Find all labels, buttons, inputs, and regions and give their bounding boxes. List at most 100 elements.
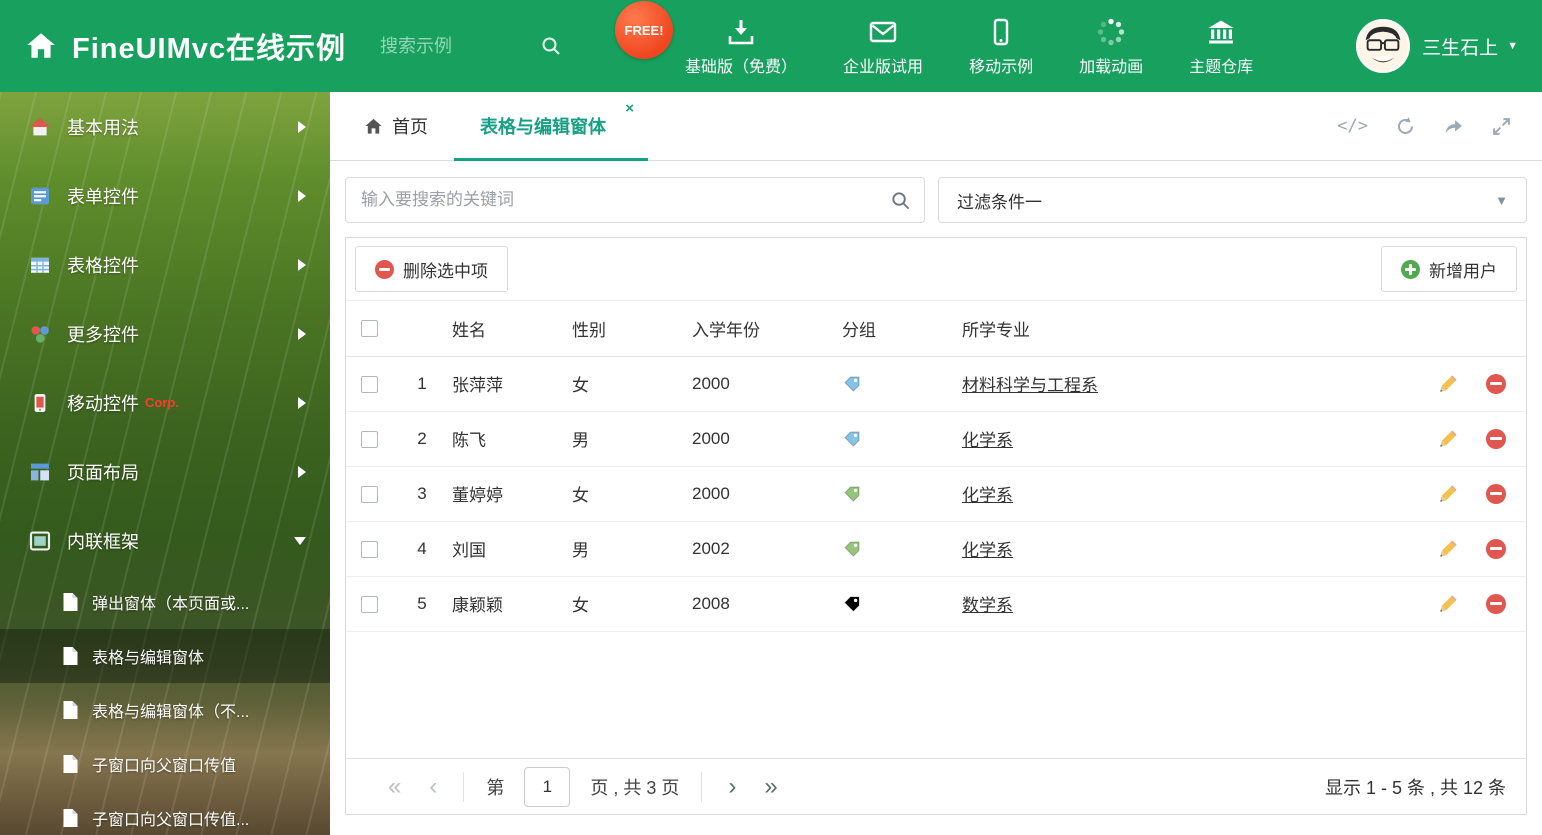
nav-label: 基础版（免费） <box>685 58 798 76</box>
sidebar-item-grid-controls[interactable]: 表格控件 <box>0 230 330 299</box>
envelope-icon <box>869 21 897 42</box>
corp-badge: Corp. <box>145 395 179 410</box>
refresh-icon[interactable] <box>1395 116 1416 137</box>
tab-tools: </> <box>1337 92 1542 160</box>
grid-panel: 删除选中项 新增用户 姓名 性别 入学年份 分组 所学专业 1 张萍萍 女 20… <box>345 237 1527 815</box>
search-icon[interactable] <box>890 190 911 211</box>
home-icon[interactable] <box>24 29 58 63</box>
file-icon <box>63 809 78 827</box>
row-checkbox[interactable] <box>361 595 378 613</box>
sidebar-subitem-popup-window[interactable]: 弹出窗体（本页面或... <box>0 575 330 629</box>
nav-loading-animation[interactable]: 加载动画 <box>1079 16 1143 77</box>
user-menu[interactable]: 三生石上 ▼ <box>1356 19 1518 73</box>
expand-icon[interactable] <box>1491 116 1512 137</box>
sidebar-subitem-grid-edit-window[interactable]: 表格与编辑窗体 <box>0 629 330 683</box>
source-code-icon[interactable]: </> <box>1337 116 1368 136</box>
nav-basic-edition[interactable]: 基础版（免费） <box>685 16 797 77</box>
edit-icon[interactable] <box>1438 373 1459 394</box>
sidebar-item-label: 基本用法 <box>67 117 139 138</box>
major-link[interactable]: 化学系 <box>962 486 1013 505</box>
major-link[interactable]: 化学系 <box>962 541 1013 560</box>
delete-selected-button[interactable]: 删除选中项 <box>355 246 508 292</box>
plus-circle-icon <box>1401 259 1420 279</box>
frame-icon <box>29 531 51 550</box>
cell-gender: 女 <box>572 466 692 522</box>
sidebar-item-iframe[interactable]: 内联框架 <box>0 506 330 575</box>
edit-icon[interactable] <box>1438 483 1459 504</box>
minus-circle-icon <box>375 259 394 279</box>
divider <box>701 771 703 802</box>
next-page-button[interactable]: › <box>714 774 750 799</box>
tab-grid-edit-window[interactable]: 表格与编辑窗体 × <box>454 92 648 161</box>
tag-icon <box>844 376 860 392</box>
content-area: 过滤条件一 ▼ 删除选中项 新增用户 <box>330 161 1542 835</box>
tab-home[interactable]: 首页 <box>338 92 454 160</box>
prev-page-button[interactable]: ‹ <box>415 774 451 799</box>
chevron-right-icon <box>298 120 306 133</box>
filter-row: 过滤条件一 ▼ <box>345 177 1527 223</box>
nav-label: 加载动画 <box>1079 58 1144 76</box>
row-checkbox[interactable] <box>361 430 378 448</box>
top-header: FineUIMvc在线示例 FREE! 基础版（免费） 企业版试用 <box>0 0 1542 92</box>
delete-row-icon[interactable] <box>1486 373 1506 394</box>
nav-theme-repo[interactable]: 主题仓库 <box>1189 16 1253 77</box>
delete-row-icon[interactable] <box>1486 538 1506 559</box>
divider <box>463 771 465 802</box>
cell-name: 董婷婷 <box>452 466 572 522</box>
page-number-input[interactable] <box>524 766 571 807</box>
sidebar-item-label: 表单控件 <box>67 186 139 207</box>
layout-icon <box>31 463 49 480</box>
cell-year: 2000 <box>692 356 842 412</box>
major-link[interactable]: 化学系 <box>962 431 1013 450</box>
chevron-right-icon <box>298 189 306 202</box>
delete-row-icon[interactable] <box>1486 428 1506 449</box>
close-icon[interactable]: × <box>625 101 634 116</box>
first-page-button[interactable]: « <box>374 774 415 799</box>
major-link[interactable]: 数学系 <box>962 596 1013 615</box>
mobile-icon <box>993 18 1009 45</box>
row-checkbox[interactable] <box>361 540 378 558</box>
delete-row-icon[interactable] <box>1486 593 1506 614</box>
cell-year: 2000 <box>692 411 842 467</box>
file-icon <box>63 647 78 665</box>
sidebar-subitem-label: 弹出窗体（本页面或... <box>92 596 250 613</box>
sidebar-subitem-grid-edit-window-2[interactable]: 表格与编辑窗体（不... <box>0 683 330 737</box>
sidebar-item-more-controls[interactable]: 更多控件 <box>0 299 330 368</box>
cell-name: 刘国 <box>452 521 572 577</box>
search-icon[interactable] <box>540 35 562 57</box>
table-empty-space <box>346 632 1526 759</box>
sidebar-subitem-child-to-parent-2[interactable]: 子窗口向父窗口传值... <box>0 791 330 835</box>
page-prefix: 第 <box>486 777 505 798</box>
sidebar-item-form-controls[interactable]: 表单控件 <box>0 161 330 230</box>
filter-dropdown-value: 过滤条件一 <box>957 192 1042 212</box>
row-number: 4 <box>392 521 452 577</box>
major-link[interactable]: 材料科学与工程系 <box>962 376 1098 395</box>
row-checkbox[interactable] <box>361 485 378 503</box>
edit-icon[interactable] <box>1438 428 1459 449</box>
table-row: 2 陈飞 男 2000 化学系 <box>346 411 1526 467</box>
row-checkbox[interactable] <box>361 375 378 393</box>
sidebar-item-page-layout[interactable]: 页面布局 <box>0 437 330 506</box>
sidebar-item-label: 页面布局 <box>67 462 139 483</box>
delete-row-icon[interactable] <box>1486 483 1506 504</box>
filter-dropdown[interactable]: 过滤条件一 ▼ <box>938 177 1527 223</box>
edit-icon[interactable] <box>1438 538 1459 559</box>
nav-mobile-demo[interactable]: 移动示例 <box>969 16 1033 77</box>
select-all-checkbox[interactable] <box>361 320 378 338</box>
sidebar-item-mobile-controls[interactable]: 移动控件 Corp. <box>0 368 330 437</box>
keyword-search-input[interactable] <box>346 178 924 222</box>
file-icon <box>63 593 78 611</box>
sidebar-item-basic-usage[interactable]: 基本用法 <box>0 92 330 161</box>
edit-icon[interactable] <box>1438 593 1459 614</box>
sidebar-item-label: 内联框架 <box>67 531 139 552</box>
share-icon[interactable] <box>1443 116 1464 137</box>
header-search-input[interactable] <box>380 35 541 57</box>
nav-enterprise-trial[interactable]: 企业版试用 <box>843 16 923 77</box>
row-number: 1 <box>392 356 452 412</box>
col-header-index <box>392 301 452 357</box>
col-header-year: 入学年份 <box>692 301 842 357</box>
last-page-button[interactable]: » <box>750 774 791 799</box>
add-user-button[interactable]: 新增用户 <box>1381 246 1517 292</box>
sidebar-subitem-child-to-parent[interactable]: 子窗口向父窗口传值 <box>0 737 330 791</box>
cell-name: 张萍萍 <box>452 356 572 412</box>
